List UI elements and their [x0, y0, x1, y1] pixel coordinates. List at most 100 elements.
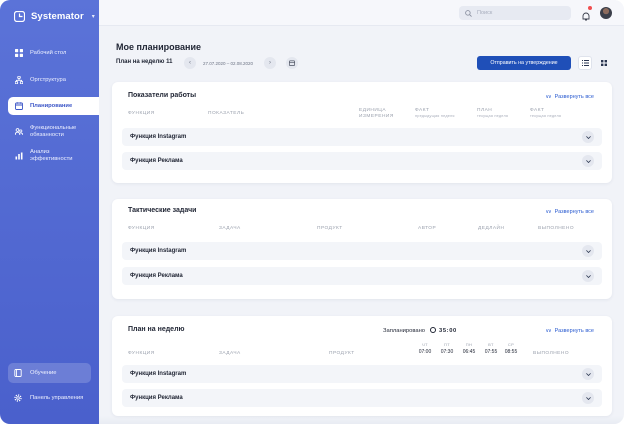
double-chevron-down-icon: ∨∨	[545, 94, 551, 100]
calendar-button[interactable]	[286, 57, 298, 69]
expand-all-button[interactable]: ∨∨ Развернуть все	[545, 209, 594, 215]
day-hours: 07:30	[440, 349, 454, 355]
search-placeholder: Поиск	[477, 10, 493, 16]
day-column: ЧТ 07:00	[415, 342, 435, 355]
list-item[interactable]: Функция Instagram	[122, 242, 602, 260]
topbar: Поиск	[99, 0, 624, 26]
sidebar-item-label: Панель управления	[30, 395, 84, 401]
expand-row-button[interactable]	[582, 392, 594, 404]
chevron-right-icon: ›	[269, 60, 271, 66]
planned-total: Запланировано 35:00	[383, 327, 457, 334]
page-title: Мое планирование	[116, 42, 202, 52]
grid-icon	[601, 60, 607, 66]
list-item[interactable]: Функция Реклама	[122, 267, 602, 285]
sidebar-item-control-panel[interactable]: Панель управления	[8, 388, 91, 408]
column-header: Функция	[128, 111, 155, 116]
column-header-line: Единица	[359, 108, 387, 113]
chevron-down-icon	[585, 249, 591, 253]
day-hours: 08:55	[504, 349, 518, 355]
submit-for-approval-button[interactable]: Отправить на утверждение	[477, 56, 571, 70]
double-chevron-down-icon: ∨∨	[545, 209, 551, 215]
week-label: План на неделю 11	[116, 59, 173, 65]
planned-time: 35:00	[439, 328, 457, 334]
day-column: ПТ 07:30	[437, 342, 457, 355]
search-icon	[465, 9, 472, 17]
day-hours: 06:45	[462, 349, 476, 355]
column-header-sub: предыдущая неделя	[415, 113, 455, 118]
list-item[interactable]: Функция Реклама	[122, 152, 602, 170]
clock-icon	[430, 327, 437, 333]
day-name: ПТ	[443, 342, 451, 347]
list-item[interactable]: Функция Реклама	[122, 389, 602, 407]
calendar-icon	[289, 60, 295, 66]
logo-icon	[14, 10, 25, 22]
column-header: Выполнено	[538, 226, 575, 231]
app-name: Systemator	[31, 10, 84, 22]
notifications-button[interactable]	[582, 6, 592, 21]
card-title: Тактические задачи	[128, 207, 197, 214]
sidebar-item-label: Обучение	[30, 370, 57, 376]
chevron-down-icon[interactable]: ▾	[92, 13, 95, 20]
app-logo[interactable]: Systemator ▾	[14, 9, 95, 23]
sidebar-item-orgstructure[interactable]: Оргструктура	[8, 71, 99, 89]
expand-row-button[interactable]	[582, 245, 594, 257]
column-header: Факт предыдущая неделя	[415, 108, 455, 119]
sidebar-item-label: Оргструктура	[30, 76, 66, 83]
date-range: 27.07.2020 – 02.08.2020	[203, 61, 254, 66]
day-name: ВТ	[488, 342, 494, 347]
org-structure-icon	[15, 76, 23, 84]
column-header: Выполнено	[533, 351, 570, 356]
chevron-down-icon	[585, 159, 591, 163]
column-header: План текущая неделя	[477, 108, 508, 119]
grid-view-button[interactable]	[597, 56, 611, 70]
column-header-line: Факт	[415, 108, 430, 113]
chevron-down-icon	[585, 274, 591, 278]
function-name: Функция Реклама	[130, 395, 183, 401]
card-title: План на неделю	[128, 326, 185, 333]
function-name: Функция Instagram	[130, 134, 187, 140]
list-icon	[581, 60, 589, 66]
expand-row-button[interactable]	[582, 131, 594, 143]
day-name: ПН	[465, 342, 473, 347]
grid-icon	[15, 49, 23, 57]
column-header-sub: текущая неделя	[477, 113, 509, 118]
column-header: Продукт	[329, 351, 355, 356]
bottom-fade	[99, 416, 624, 424]
expand-row-button[interactable]	[582, 270, 594, 282]
expand-all-label: Развернуть все	[554, 209, 594, 215]
expand-all-label: Развернуть все	[554, 328, 594, 334]
double-chevron-down-icon: ∨∨	[545, 328, 551, 334]
day-name: СР	[507, 342, 515, 347]
list-item[interactable]: Функция Instagram	[122, 128, 602, 146]
sidebar-item-learning[interactable]: Обучение	[8, 363, 91, 383]
function-name: Функция Реклама	[130, 158, 183, 164]
people-icon	[15, 128, 23, 136]
list-item[interactable]: Функция Instagram	[122, 365, 602, 383]
expand-row-button[interactable]	[582, 368, 594, 380]
expand-all-button[interactable]: ∨∨ Развернуть все	[545, 328, 594, 334]
bell-icon	[582, 12, 590, 21]
column-header-line: План	[477, 108, 493, 113]
sidebar-item-planning[interactable]: Планирование	[8, 97, 99, 115]
next-week-button[interactable]: ›	[264, 57, 276, 69]
expand-row-button[interactable]	[582, 155, 594, 167]
day-hours: 07:55	[484, 349, 498, 355]
chevron-left-icon: ‹	[189, 60, 191, 66]
sidebar-item-responsibilities[interactable]: Функциональные обязанности	[8, 123, 99, 141]
calendar-icon	[15, 102, 23, 110]
prev-week-button[interactable]: ‹	[184, 57, 196, 69]
column-header: Продукт	[317, 226, 343, 231]
notification-dot	[588, 6, 592, 10]
sidebar-item-label: Планирование	[30, 102, 73, 109]
sidebar-item-analytics[interactable]: Анализ эффективности	[8, 147, 99, 165]
card-title: Показатели работы	[128, 92, 197, 99]
list-view-button[interactable]	[578, 56, 592, 70]
sidebar-item-label: Анализ эффективности	[30, 149, 73, 162]
day-column: ПН 06:45	[459, 342, 479, 355]
expand-all-label: Развернуть все	[554, 94, 594, 100]
planned-label: Запланировано	[383, 328, 426, 334]
avatar[interactable]	[600, 7, 612, 19]
sidebar-item-desktop[interactable]: Рабочий стол	[8, 44, 99, 62]
search-input[interactable]: Поиск	[459, 6, 571, 20]
expand-all-button[interactable]: ∨∨ Развернуть все	[545, 94, 594, 100]
